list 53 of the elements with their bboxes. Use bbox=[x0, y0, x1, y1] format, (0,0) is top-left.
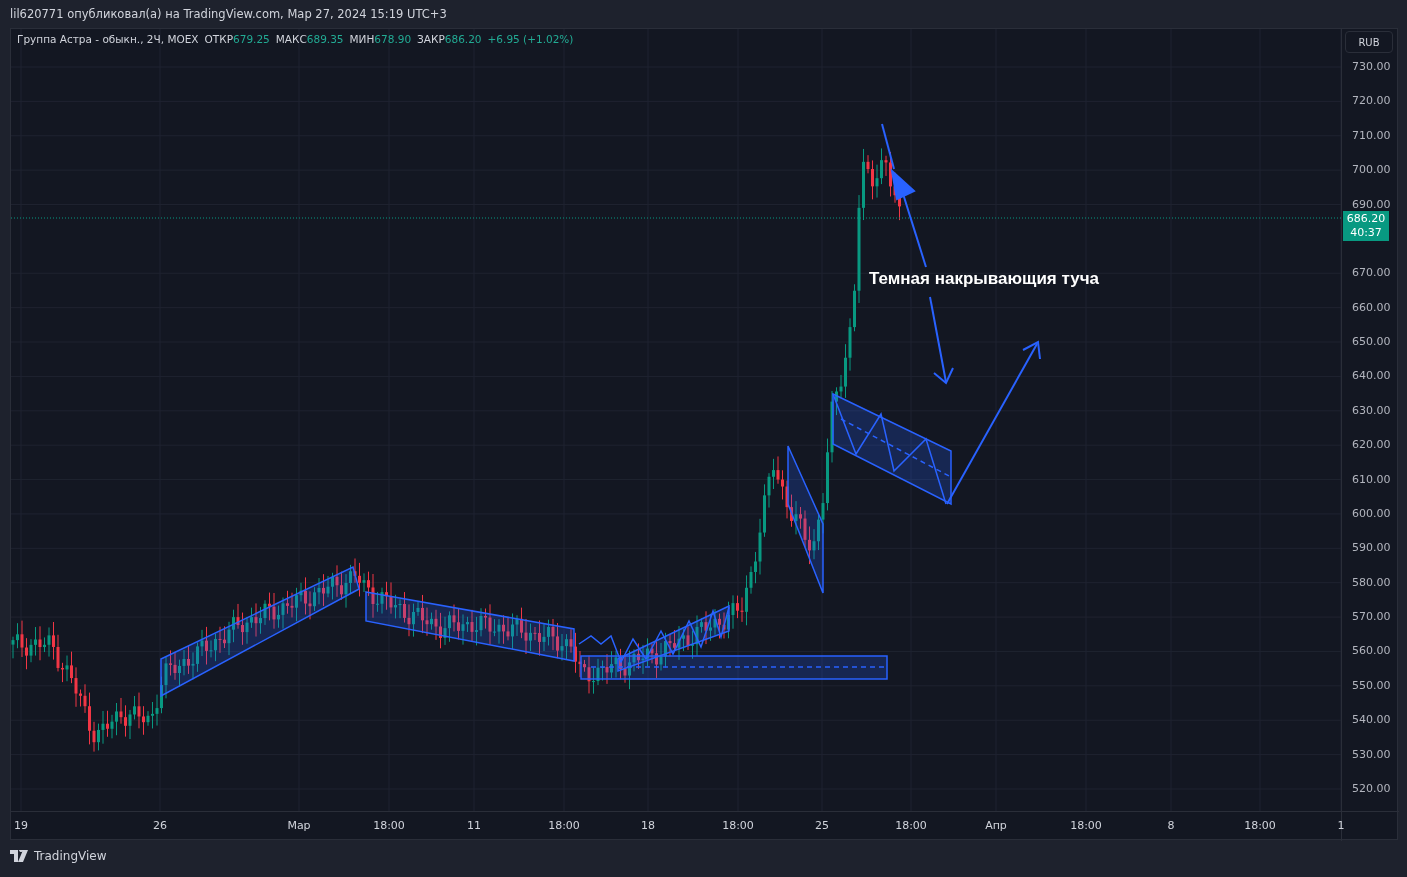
time-tick: Мар bbox=[287, 819, 311, 832]
price-tick: 700.00 bbox=[1352, 162, 1391, 179]
price-tick: 650.00 bbox=[1352, 334, 1391, 351]
time-tick: Апр bbox=[985, 819, 1007, 832]
ohlc-value: 686.20 bbox=[444, 33, 482, 45]
price-tick: 550.00 bbox=[1352, 677, 1391, 694]
ohlc-label: ЗАКР bbox=[417, 33, 445, 45]
time-tick: 18:00 bbox=[1244, 819, 1276, 832]
price-tick: 590.00 bbox=[1352, 540, 1391, 557]
price-tick: 670.00 bbox=[1352, 265, 1391, 282]
price-tick: 730.00 bbox=[1352, 59, 1391, 75]
time-tick: 25 bbox=[815, 819, 829, 832]
price-tick: 600.00 bbox=[1352, 505, 1391, 522]
currency-button[interactable]: RUB bbox=[1345, 31, 1393, 53]
ohlc-value: 679.25 bbox=[233, 33, 270, 45]
brand-name: TradingView bbox=[34, 849, 107, 863]
price-tick: 720.00 bbox=[1352, 93, 1391, 110]
ohlc-value: 678.90 bbox=[374, 33, 412, 45]
price-tick: 690.00 bbox=[1352, 196, 1391, 213]
price-tick: 620.00 bbox=[1352, 437, 1391, 454]
time-tick: 26 bbox=[153, 819, 167, 832]
logo-icon bbox=[10, 850, 30, 862]
ohlc-value: 689.35 bbox=[306, 33, 344, 45]
ohlc-label: МАКС bbox=[275, 33, 307, 45]
time-tick: 18:00 bbox=[373, 819, 405, 832]
countdown-timer: 40:37 bbox=[1350, 226, 1382, 240]
price-tick: 570.00 bbox=[1352, 609, 1391, 626]
ohlc-label: МИН bbox=[349, 33, 375, 45]
time-tick: 11 bbox=[467, 819, 481, 832]
price-tick: 610.00 bbox=[1352, 471, 1391, 488]
price-tick: 540.00 bbox=[1352, 712, 1391, 729]
price-tick: 520.00 bbox=[1352, 780, 1391, 797]
time-tick: 18:00 bbox=[548, 819, 580, 832]
publication-info: lil620771 опубликовал(а) на TradingView.com, Мар 27, 2024 15:19 UTC+3 bbox=[9, 6, 448, 23]
price-tick: 560.00 bbox=[1352, 643, 1391, 660]
last-price: 686.20 bbox=[1346, 212, 1386, 226]
price-tick: 640.00 bbox=[1352, 368, 1391, 385]
price-tick: 630.00 bbox=[1352, 402, 1391, 419]
time-tick: 18:00 bbox=[895, 819, 927, 832]
price-tick: 660.00 bbox=[1352, 299, 1391, 316]
price-tick: 530.00 bbox=[1352, 746, 1391, 763]
annotation-text: Темная накрывающия туча bbox=[869, 269, 1099, 289]
price-change: +6.95 (+1.02%) bbox=[487, 33, 574, 45]
ohlc-label: ОТКР bbox=[204, 33, 233, 45]
price-tick: 580.00 bbox=[1352, 574, 1391, 591]
time-tick: 18 bbox=[641, 819, 655, 832]
time-tick: 18:00 bbox=[1070, 819, 1102, 832]
price-tick: 710.00 bbox=[1352, 127, 1391, 144]
time-tick: 19 bbox=[14, 819, 28, 832]
time-tick: 18:00 bbox=[722, 819, 754, 832]
time-tick: 1 bbox=[1337, 819, 1345, 832]
time-tick: 8 bbox=[1167, 819, 1175, 832]
symbol-title: Группа Астра - обыкн., 2Ч, MOEX bbox=[17, 33, 199, 45]
